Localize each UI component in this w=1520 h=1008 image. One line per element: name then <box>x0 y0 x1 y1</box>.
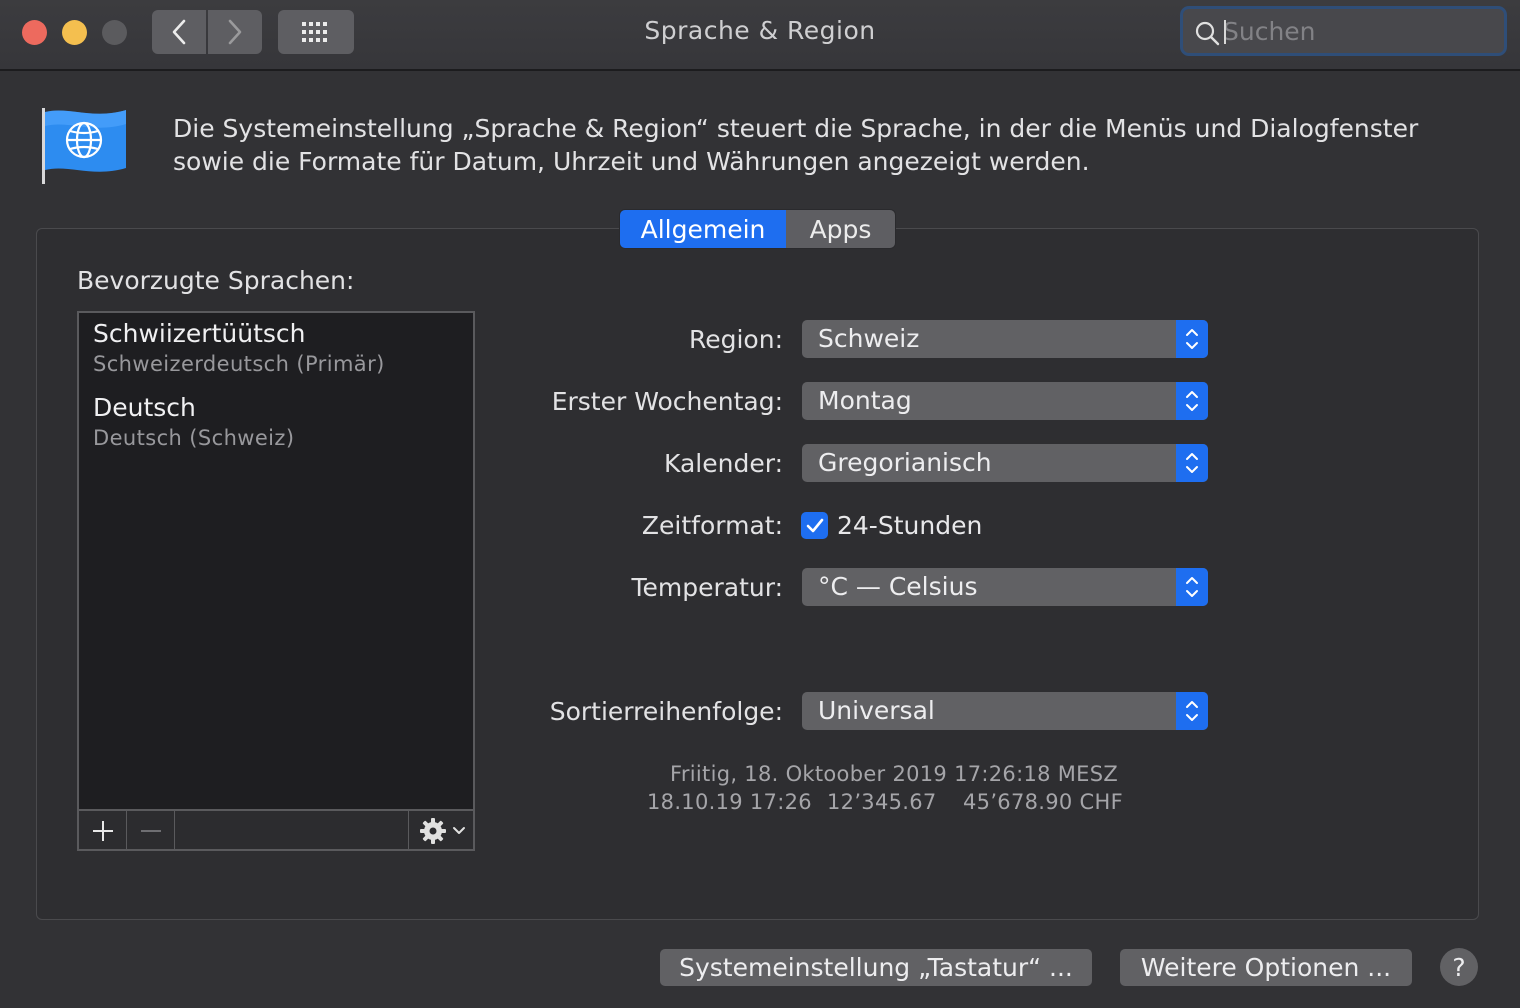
region-label: Region: <box>688 325 783 354</box>
popup-arrows-icon <box>1176 382 1208 420</box>
back-button[interactable] <box>152 10 206 54</box>
sort-order-label: Sortierreihenfolge: <box>549 697 783 726</box>
temperature-popup[interactable]: °C — Celsius <box>802 568 1208 606</box>
sample-currency: 45’678.90 CHF <box>963 790 1123 814</box>
grid-icon <box>302 22 327 42</box>
popup-arrows-icon <box>1176 692 1208 730</box>
24-hour-label[interactable]: 24-Stunden <box>837 511 982 540</box>
add-language-button[interactable] <box>79 811 127 850</box>
chevron-down-icon <box>453 826 465 834</box>
zoom-button[interactable] <box>102 20 127 45</box>
remove-language-button[interactable] <box>127 811 175 850</box>
window-title: Sprache & Region <box>644 16 876 45</box>
language-name: Schwiizertüütsch <box>93 319 306 348</box>
list-item[interactable]: Schwiizertüütsch Schweizerdeutsch (Primä… <box>93 319 385 376</box>
plus-icon <box>92 820 113 841</box>
popup-arrows-icon <box>1176 320 1208 358</box>
search-input[interactable] <box>1223 9 1493 53</box>
show-all-button[interactable] <box>278 10 354 54</box>
language-detail: Deutsch (Schweiz) <box>93 426 295 450</box>
tab-bar: Allgemein Apps <box>620 210 895 248</box>
toolbar-spacer <box>175 811 409 850</box>
sort-order-popup[interactable]: Universal <box>802 692 1208 730</box>
calendar-popup[interactable]: Gregorianisch <box>802 444 1208 482</box>
first-weekday-value: Montag <box>818 386 912 415</box>
sample-long-date: Friitig, 18. Oktoober 2019 17:26:18 MESZ <box>670 762 1119 786</box>
advanced-options-button[interactable]: Weitere Optionen ... <box>1120 949 1412 986</box>
description-text: Die Systemeinstellung „Sprache & Region“… <box>173 114 1419 176</box>
preferred-languages-label: Bevorzugte Sprachen: <box>77 266 355 295</box>
chevron-right-icon <box>228 19 242 45</box>
language-list[interactable]: Schwiizertüütsch Schweizerdeutsch (Primä… <box>77 311 475 811</box>
list-item[interactable]: Deutsch Deutsch (Schweiz) <box>93 393 294 450</box>
sample-short-date: 18.10.19 17:26 <box>647 790 812 814</box>
gear-icon <box>420 817 446 844</box>
time-format-label: Zeitformat: <box>641 511 783 540</box>
first-weekday-label: Erster Wochentag: <box>551 387 783 416</box>
region-value: Schweiz <box>818 324 920 353</box>
language-name: Deutsch <box>93 393 196 422</box>
region-popup[interactable]: Schweiz <box>802 320 1208 358</box>
action-menu-button[interactable] <box>409 811 475 850</box>
minimize-button[interactable] <box>62 20 87 45</box>
popup-arrows-icon <box>1176 568 1208 606</box>
sort-order-value: Universal <box>818 696 935 725</box>
search-box[interactable] <box>1180 6 1507 56</box>
chevron-left-icon <box>172 19 186 45</box>
close-button[interactable] <box>22 20 47 45</box>
calendar-value: Gregorianisch <box>818 448 992 477</box>
popup-arrows-icon <box>1176 444 1208 482</box>
sample-number: 12’345.67 <box>827 790 937 814</box>
text-cursor <box>1224 20 1226 44</box>
temperature-value: °C — Celsius <box>818 572 978 601</box>
first-weekday-popup[interactable]: Montag <box>802 382 1208 420</box>
help-button[interactable]: ? <box>1440 948 1478 986</box>
minus-icon <box>140 829 161 832</box>
keyboard-preferences-button[interactable]: Systemeinstellung „Tastatur“ ... <box>660 949 1092 986</box>
forward-button[interactable] <box>208 10 262 54</box>
tab-general[interactable]: Allgemein <box>620 210 786 248</box>
title-bar: Sprache & Region <box>0 0 1520 71</box>
search-icon <box>1195 21 1220 46</box>
24-hour-checkbox[interactable] <box>801 512 828 539</box>
calendar-label: Kalender: <box>664 449 783 478</box>
tab-apps[interactable]: Apps <box>786 210 895 248</box>
temperature-label: Temperatur: <box>631 573 783 602</box>
list-toolbar <box>77 810 475 851</box>
preferences-window: Sprache & Region Die Systemeinstellung „… <box>0 0 1520 1008</box>
checkmark-icon <box>806 518 823 532</box>
language-detail: Schweizerdeutsch (Primär) <box>93 352 385 376</box>
language-region-flag-icon <box>42 108 126 184</box>
